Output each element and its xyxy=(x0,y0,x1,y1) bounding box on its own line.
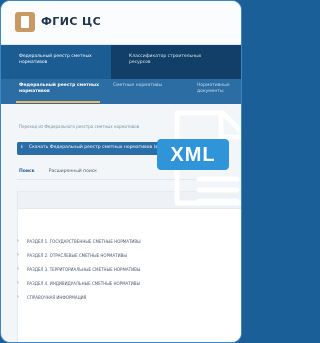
primary-nav-item-classifier[interactable]: Классификатор строительных ресурсов xyxy=(111,45,221,79)
xml-badge-text: XML xyxy=(170,144,216,166)
list-item[interactable]: › СПРАВОЧНАЯ ИНФОРМАЦИЯ xyxy=(17,290,207,304)
expand-icon[interactable]: › xyxy=(17,280,27,286)
list-item[interactable]: › РАЗДЕЛ 4. ИНДИВИДУАЛЬНЫЕ СМЕТНЫЕ НОРМА… xyxy=(17,276,207,290)
list-item[interactable]: › РАЗДЕЛ 2. ОТРАСЛЕВЫЕ СМЕТНЫЕ НОРМАТИВЫ xyxy=(17,248,207,262)
expand-icon[interactable]: › xyxy=(17,266,27,272)
secondary-nav-item-norms[interactable]: Сметные нормативы xyxy=(113,83,162,89)
tab-advanced-search[interactable]: Расширенный поиск xyxy=(49,169,97,174)
expand-icon[interactable]: › xyxy=(17,252,27,258)
top-bar: ФГИС ЦС xyxy=(1,1,241,45)
primary-nav: Федеральный реестр сметных нормативов Кл… xyxy=(1,45,241,79)
registry-list: › РАЗДЕЛ 1. ГОСУДАРСТВЕННЫЕ СМЕТНЫЕ НОРМ… xyxy=(17,234,207,304)
xml-badge: XML xyxy=(157,139,229,170)
expand-icon[interactable]: › xyxy=(17,294,27,300)
download-icon: ⭳ xyxy=(21,144,23,150)
tab-search[interactable]: Поиск xyxy=(19,169,35,174)
breadcrumb: Переход из Федерального реестра сметных … xyxy=(19,124,140,129)
secondary-nav-item-registry[interactable]: Федеральный реестр сметных нормативов xyxy=(19,83,99,95)
list-item[interactable]: › РАЗДЕЛ 3. ТЕРРИТОРИАЛЬНЫЕ СМЕТНЫЕ НОРМ… xyxy=(17,262,207,276)
logo-icon xyxy=(15,12,35,32)
app-title: ФГИС ЦС xyxy=(41,15,102,28)
expand-icon[interactable]: › xyxy=(17,238,27,244)
secondary-nav: Федеральный реестр сметных нормативов См… xyxy=(1,79,241,104)
app-window: ФГИС ЦС Федеральный реестр сметных норма… xyxy=(0,0,242,343)
search-tabs: Поиск Расширенный поиск xyxy=(19,169,97,174)
active-tab-indicator xyxy=(16,101,100,103)
download-button-label: Скачать Федеральный реестр сметных норма… xyxy=(29,145,166,150)
secondary-nav-item-documents[interactable]: Нормативные документы xyxy=(197,83,241,95)
list-item[interactable]: › РАЗДЕЛ 1. ГОСУДАРСТВЕННЫЕ СМЕТНЫЕ НОРМ… xyxy=(17,234,207,248)
primary-nav-item-registry[interactable]: Федеральный реестр сметных нормативов xyxy=(1,45,111,79)
